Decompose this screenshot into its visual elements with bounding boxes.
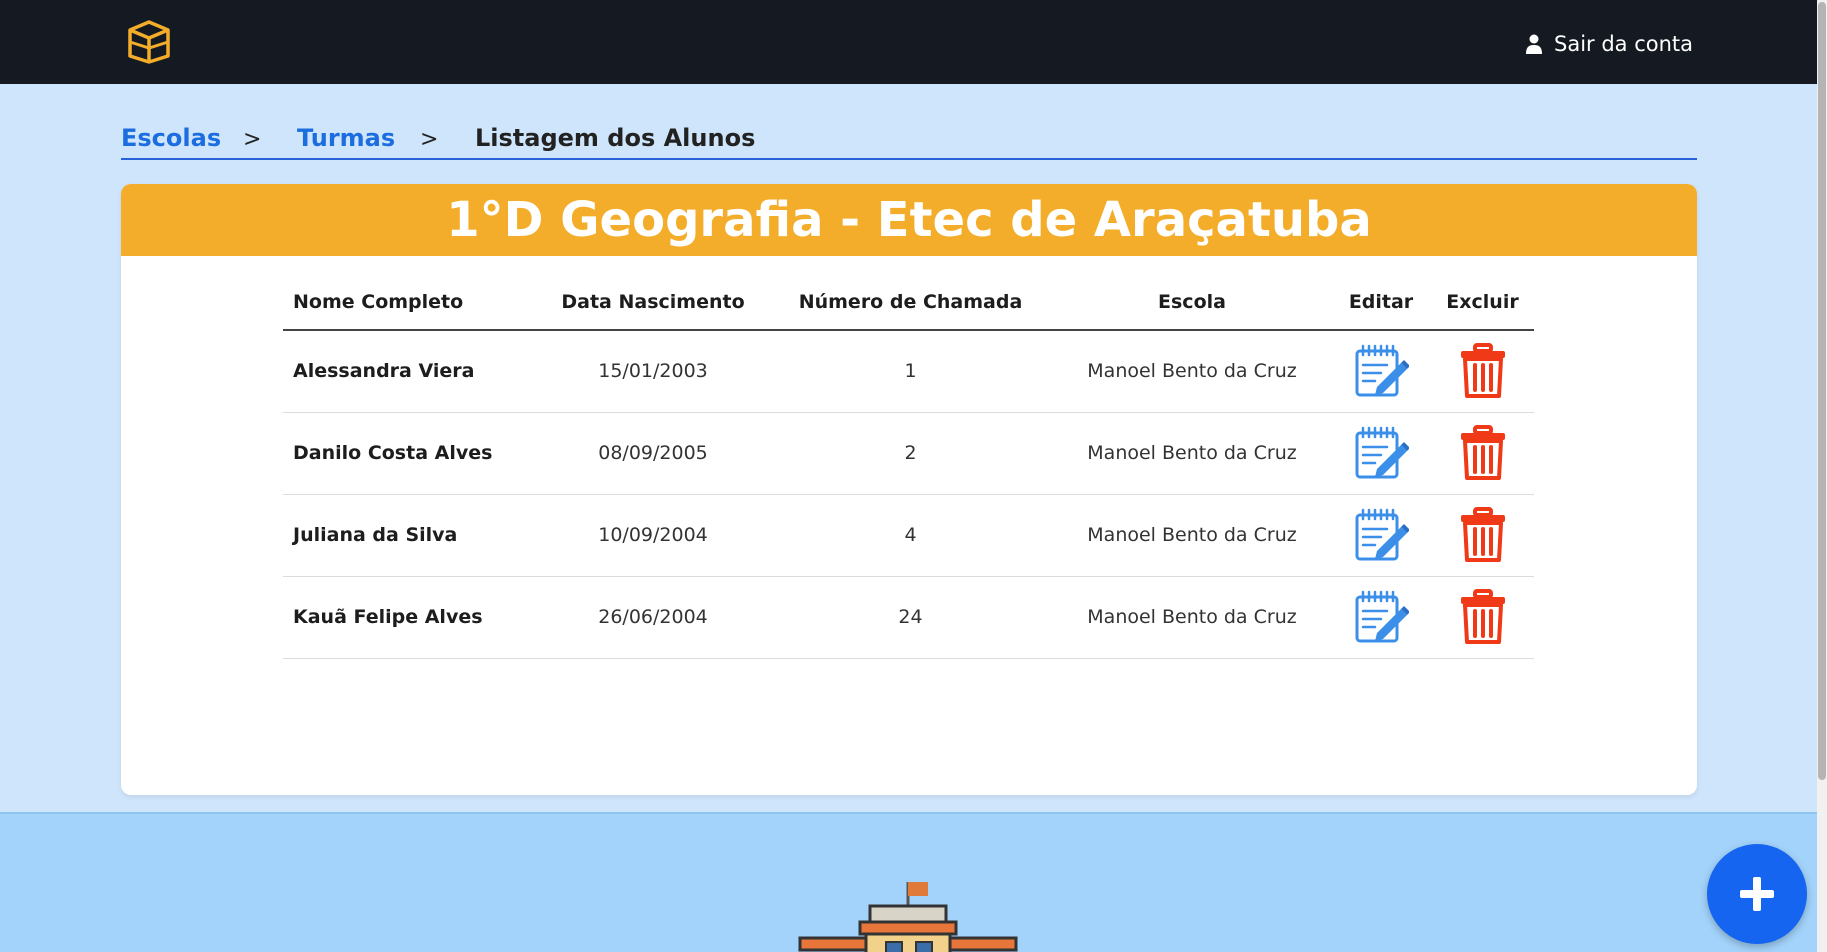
breadcrumb-separator: > <box>243 127 262 152</box>
edit-notepad-icon <box>1355 590 1409 643</box>
student-name: Danilo Costa Alves <box>283 412 538 495</box>
student-name: Alessandra Viera <box>283 330 538 413</box>
edit-notepad-icon <box>1355 508 1409 561</box>
breadcrumb-separator: > <box>420 127 439 152</box>
class-title: 1°D Geografia - Etec de Araçatuba <box>446 192 1372 248</box>
edit-student-button[interactable] <box>1353 425 1409 481</box>
breadcrumb-turmas-link[interactable]: Turmas <box>297 124 395 152</box>
student-school: Manoel Bento da Cruz <box>1053 494 1331 577</box>
table-row: Danilo Costa Alves 08/09/2005 2 Manoel B… <box>283 412 1534 495</box>
footer <box>0 812 1817 952</box>
table-row: Juliana da Silva 10/09/2004 4 Manoel Ben… <box>283 494 1534 577</box>
school-building-icon <box>798 882 1018 952</box>
plus-icon <box>1740 877 1774 911</box>
edit-cell <box>1331 412 1431 495</box>
delete-cell <box>1431 576 1534 659</box>
student-name: Juliana da Silva <box>283 494 538 577</box>
header-escola: Escola <box>1053 274 1331 331</box>
add-student-button[interactable] <box>1707 844 1807 944</box>
student-school: Manoel Bento da Cruz <box>1053 330 1331 413</box>
header-numero-chamada: Número de Chamada <box>768 274 1053 331</box>
table-header-row: Nome Completo Data Nascimento Número de … <box>283 274 1534 331</box>
logout-button[interactable]: Sair da conta <box>1526 30 1693 58</box>
edit-student-button[interactable] <box>1353 589 1409 645</box>
student-birth-date: 08/09/2005 <box>538 412 768 495</box>
table-row: Alessandra Viera 15/01/2003 1 Manoel Ben… <box>283 330 1534 413</box>
breadcrumb-escolas-link[interactable]: Escolas <box>121 124 221 152</box>
navbar: Sair da conta <box>0 0 1817 84</box>
edit-notepad-icon <box>1355 426 1409 479</box>
trash-icon <box>1460 589 1505 644</box>
user-icon <box>1526 34 1542 54</box>
open-box-icon[interactable] <box>126 18 172 64</box>
delete-student-button[interactable] <box>1459 343 1507 399</box>
header-nome-completo: Nome Completo <box>283 274 538 331</box>
student-roll-number: 2 <box>768 412 1053 495</box>
edit-cell <box>1331 494 1431 577</box>
edit-notepad-icon <box>1355 345 1409 397</box>
student-name: Kauã Felipe Alves <box>283 576 538 659</box>
edit-student-button[interactable] <box>1353 343 1409 399</box>
edit-cell <box>1331 330 1431 413</box>
breadcrumb: Escolas > Turmas > Listagem dos Alunos <box>121 124 1697 160</box>
trash-icon <box>1460 343 1505 399</box>
edit-student-button[interactable] <box>1353 507 1409 563</box>
delete-cell <box>1431 412 1534 495</box>
student-roll-number: 1 <box>768 330 1053 413</box>
scrollbar[interactable] <box>1817 0 1827 952</box>
delete-cell <box>1431 494 1534 577</box>
students-card: 1°D Geografia - Etec de Araçatuba Nome C… <box>121 184 1697 795</box>
card-header: 1°D Geografia - Etec de Araçatuba <box>121 184 1697 256</box>
header-excluir: Excluir <box>1431 274 1534 331</box>
header-editar: Editar <box>1331 274 1431 331</box>
header-data-nascimento: Data Nascimento <box>538 274 768 331</box>
breadcrumb-current: Listagem dos Alunos <box>475 124 756 152</box>
scrollbar-thumb[interactable] <box>1818 2 1826 780</box>
student-birth-date: 15/01/2003 <box>538 330 768 413</box>
student-birth-date: 10/09/2004 <box>538 494 768 577</box>
delete-student-button[interactable] <box>1459 425 1507 481</box>
edit-cell <box>1331 576 1431 659</box>
trash-icon <box>1460 425 1505 480</box>
student-roll-number: 4 <box>768 494 1053 577</box>
student-roll-number: 24 <box>768 576 1053 659</box>
delete-cell <box>1431 330 1534 413</box>
logout-label: Sair da conta <box>1554 32 1694 56</box>
delete-student-button[interactable] <box>1459 589 1507 645</box>
student-school: Manoel Bento da Cruz <box>1053 576 1331 659</box>
student-birth-date: 26/06/2004 <box>538 576 768 659</box>
delete-student-button[interactable] <box>1459 507 1507 563</box>
trash-icon <box>1460 507 1505 562</box>
students-table: Nome Completo Data Nascimento Número de … <box>283 274 1534 659</box>
table-row: Kauã Felipe Alves 26/06/2004 24 Manoel B… <box>283 576 1534 659</box>
student-school: Manoel Bento da Cruz <box>1053 412 1331 495</box>
